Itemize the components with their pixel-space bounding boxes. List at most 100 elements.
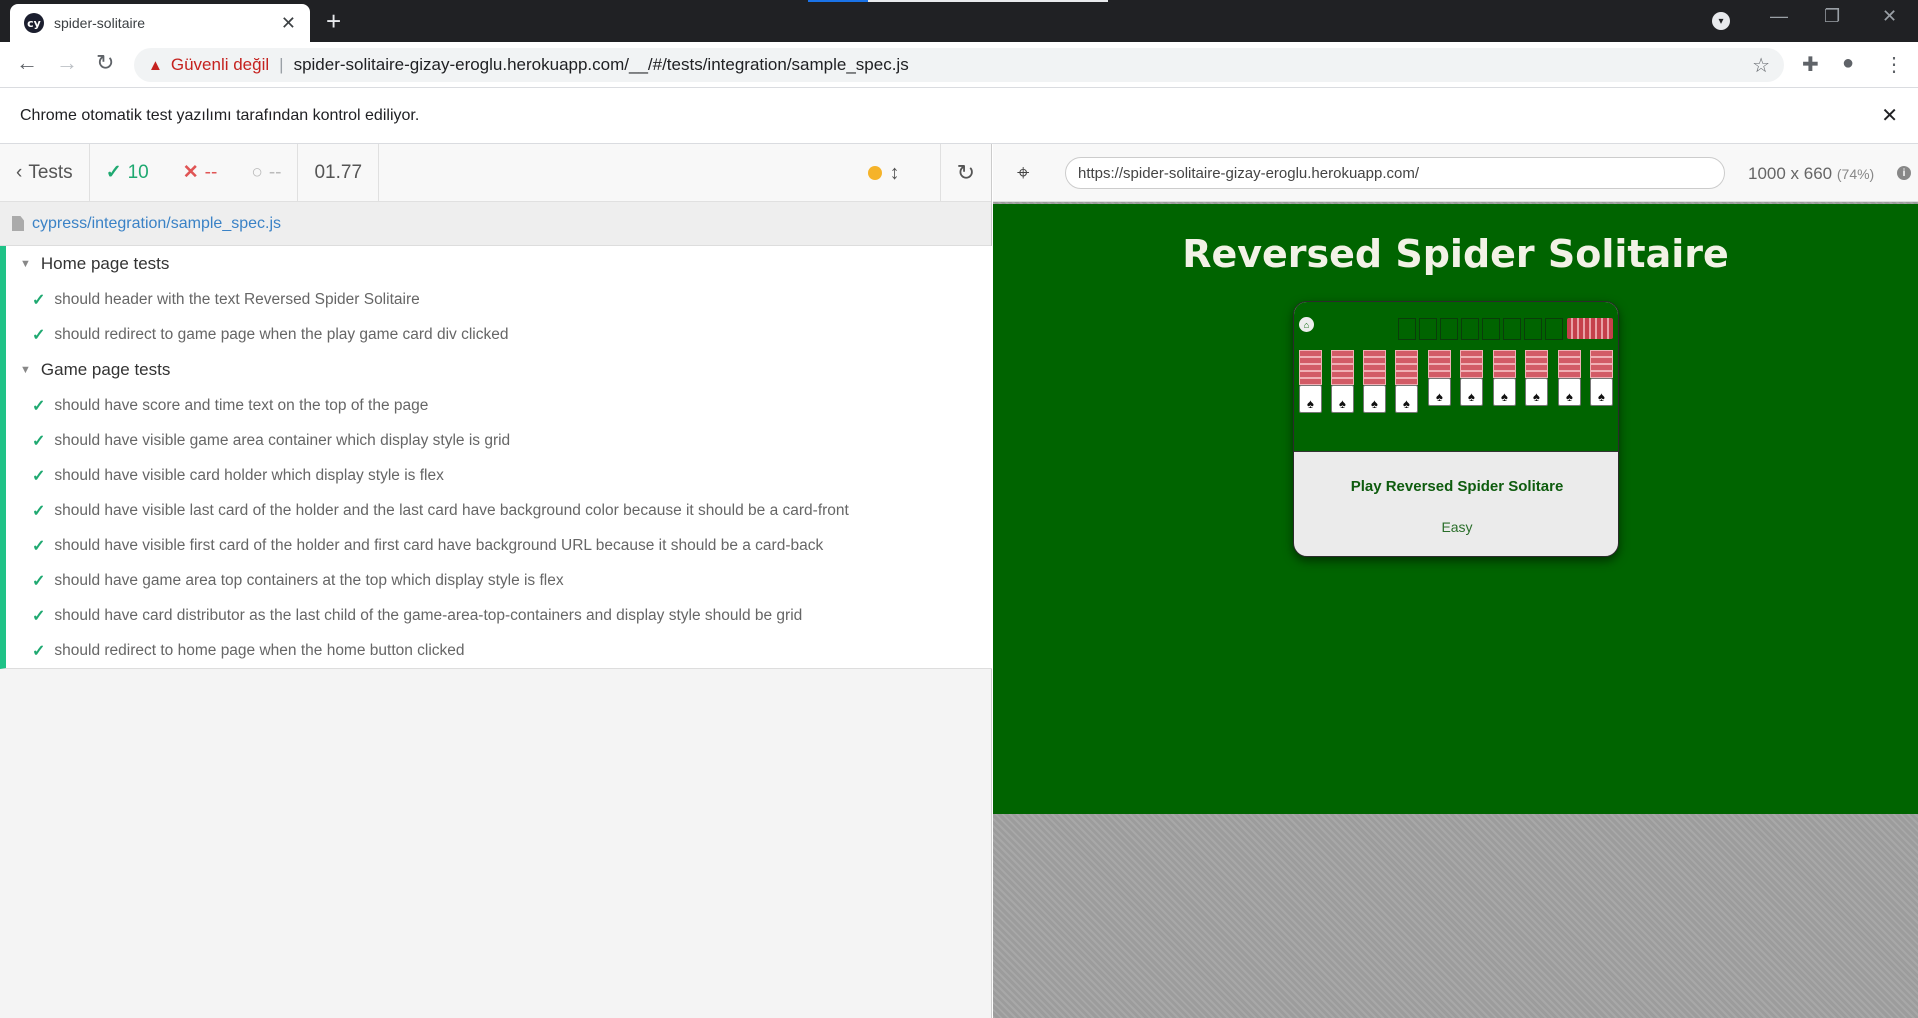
test-title: should have visible game area container … [54, 431, 511, 449]
test-title: should have score and time text on the t… [54, 396, 429, 414]
test-row[interactable]: ✓ should have score and time text on the … [6, 388, 992, 423]
pass-check-icon: ✓ [32, 572, 46, 590]
aut-panel: ⌖ https://spider-solitaire-gizay-eroglu.… [993, 144, 1918, 1018]
card-distributor-deck [1567, 318, 1613, 339]
duration: 01.77 [298, 143, 380, 202]
home-icon: ⌂ [1299, 317, 1314, 332]
infobar-close-icon[interactable]: ✕ [1881, 103, 1898, 128]
reload-icon[interactable]: ↻ [96, 50, 114, 76]
foundation-slot [1503, 318, 1521, 340]
test-row[interactable]: ✓ should redirect to game page when the p… [6, 317, 992, 352]
caret-down-icon: ▼ [20, 258, 31, 270]
running-status-dot [867, 166, 882, 180]
card-front-spade: ♠ [1460, 378, 1483, 406]
close-tab-icon[interactable]: ✕ [281, 13, 296, 34]
foundation-slot [1419, 318, 1437, 340]
card-front-spade: ♠ [1331, 385, 1354, 413]
cypress-reporter: ‹ Tests ✓ 10 ✕ -- ○ -- 01.77 ↕ ↻ cypress… [0, 143, 992, 1018]
aut-url-field[interactable]: https://spider-solitaire-gizay-eroglu.he… [1065, 157, 1725, 189]
cypress-favicon-icon: cy [24, 13, 44, 33]
card-pile: ♠ [1331, 350, 1354, 413]
card-front-spade: ♠ [1395, 385, 1418, 413]
extensions-puzzle-icon[interactable]: ✚ [1802, 52, 1819, 77]
test-row[interactable]: ✓ should have visible game area container… [6, 423, 992, 458]
page-title: Reversed Spider Solitaire [1182, 232, 1729, 276]
pass-check-icon: ✓ [32, 607, 46, 625]
card-front-spade: ♠ [1299, 385, 1322, 413]
test-title: should have card distributor as the last… [54, 606, 803, 624]
viewport-info-icon[interactable]: i [1897, 166, 1911, 180]
rerun-icon[interactable]: ↻ [939, 144, 991, 202]
test-title: should header with the text Reversed Spi… [54, 290, 420, 308]
spec-file-link[interactable]: cypress/integration/sample_spec.js [32, 215, 281, 233]
infobar-text: Chrome otomatik test yazılımı tarafından… [20, 106, 420, 124]
test-row[interactable]: ✓ should have visible card holder which d… [6, 458, 992, 493]
browser-toolbar: ← → ↻ ▲ Güvenli değil | spider-solitaire… [0, 42, 1918, 88]
tab-search-icon[interactable]: ▾ [1712, 12, 1730, 30]
card-front-spade: ♠ [1525, 378, 1548, 406]
back-arrow-icon[interactable]: ← [16, 50, 38, 76]
stats-group: ✓ 10 ✕ -- ○ -- [90, 143, 299, 202]
play-game-card[interactable]: ⌂ ♠ ♠ ♠ ♠ ♠ ♠ ♠ ♠ ♠ ♠ Play Reversed Spid… [1293, 301, 1619, 557]
warning-triangle-icon: ▲ [148, 56, 163, 74]
security-label[interactable]: Güvenli değil [171, 55, 269, 75]
spec-file-bar: cypress/integration/sample_spec.js [0, 202, 991, 246]
foundation-slot [1440, 318, 1458, 340]
profile-avatar-icon[interactable]: ● [1842, 52, 1854, 75]
failed-x-icon: ✕ [182, 162, 199, 183]
address-bar[interactable]: ▲ Güvenli değil | spider-solitaire-gizay… [134, 48, 1784, 82]
selector-playground-crosshair-icon[interactable]: ⌖ [1017, 160, 1029, 186]
chevron-left-icon: ‹ [16, 161, 23, 183]
bookmark-star-icon[interactable]: ☆ [1752, 53, 1770, 78]
file-icon [12, 216, 24, 231]
foundation-slot [1398, 318, 1416, 340]
card-pile: ♠ [1558, 350, 1581, 406]
runnables-list: ▼ Home page tests ✓ should header with the… [0, 246, 992, 669]
window-close-icon[interactable]: ✕ [1882, 6, 1897, 27]
aut-header: ⌖ https://spider-solitaire-gizay-eroglu.… [993, 144, 1918, 202]
card-pile: ♠ [1395, 350, 1418, 413]
card-front-spade: ♠ [1363, 385, 1386, 413]
test-title: should have visible card holder which di… [54, 466, 444, 484]
pass-check-icon: ✓ [32, 642, 46, 660]
failed-count: -- [204, 161, 218, 183]
browser-tab[interactable]: cy spider-solitaire ✕ [10, 4, 310, 42]
card-pile: ♠ [1525, 350, 1548, 406]
forward-arrow-icon[interactable]: → [56, 50, 78, 76]
tests-label: Tests [28, 161, 73, 183]
address-url[interactable]: spider-solitaire-gizay-eroglu.herokuapp.… [294, 55, 909, 75]
passed-check-icon: ✓ [105, 162, 122, 183]
suite-header[interactable]: ▼ Game page tests [6, 352, 992, 388]
tab-title: spider-solitaire [54, 15, 146, 31]
test-row[interactable]: ✓ should have game area top containers at… [6, 563, 992, 598]
test-title: should have game area top containers at … [54, 571, 564, 589]
test-row[interactable]: ✓ should redirect to home page when the h… [6, 633, 992, 668]
test-row[interactable]: ✓ should have visible last card of the ho… [6, 493, 992, 528]
game-page: Reversed Spider Solitaire ⌂ ♠ ♠ ♠ ♠ ♠ ♠ … [993, 204, 1918, 814]
new-tab-button[interactable]: + [326, 6, 341, 36]
pass-check-icon: ✓ [32, 537, 46, 555]
test-title: should have visible last card of the hol… [54, 501, 849, 519]
card-front-spade: ♠ [1428, 378, 1451, 406]
browser-tab-strip: cy spider-solitaire ✕ + ▾ — ❐ ✕ [0, 0, 1918, 42]
suite-header[interactable]: ▼ Home page tests [6, 246, 992, 282]
test-title: should have visible first card of the ho… [54, 536, 824, 554]
tests-back-button[interactable]: ‹ Tests [0, 143, 90, 202]
menu-kebab-icon[interactable]: ⋮ [1884, 52, 1904, 77]
viewport-size: 1000 x 660 (74%) [1748, 164, 1874, 184]
pass-check-icon: ✓ [32, 502, 46, 520]
loading-indicator [808, 0, 1108, 2]
test-row[interactable]: ✓ should have visible first card of the h… [6, 528, 992, 563]
auto-scroll-arrows-icon[interactable]: ↕ [890, 162, 900, 185]
pass-check-icon: ✓ [32, 397, 46, 415]
test-row[interactable]: ✓ should have card distributor as the las… [6, 598, 992, 633]
restore-icon[interactable]: ❐ [1824, 6, 1840, 27]
foundation-slot [1461, 318, 1479, 340]
viewport-dimensions: 1000 x 660 [1748, 164, 1833, 183]
reporter-header: ‹ Tests ✓ 10 ✕ -- ○ -- 01.77 ↕ ↻ [0, 143, 991, 202]
address-separator: | [279, 55, 284, 74]
test-row[interactable]: ✓ should header with the text Reversed Sp… [6, 282, 992, 317]
minimize-icon[interactable]: — [1770, 6, 1788, 27]
game-preview: ⌂ ♠ ♠ ♠ ♠ ♠ ♠ ♠ ♠ ♠ ♠ [1294, 302, 1618, 452]
pass-check-icon: ✓ [32, 467, 46, 485]
